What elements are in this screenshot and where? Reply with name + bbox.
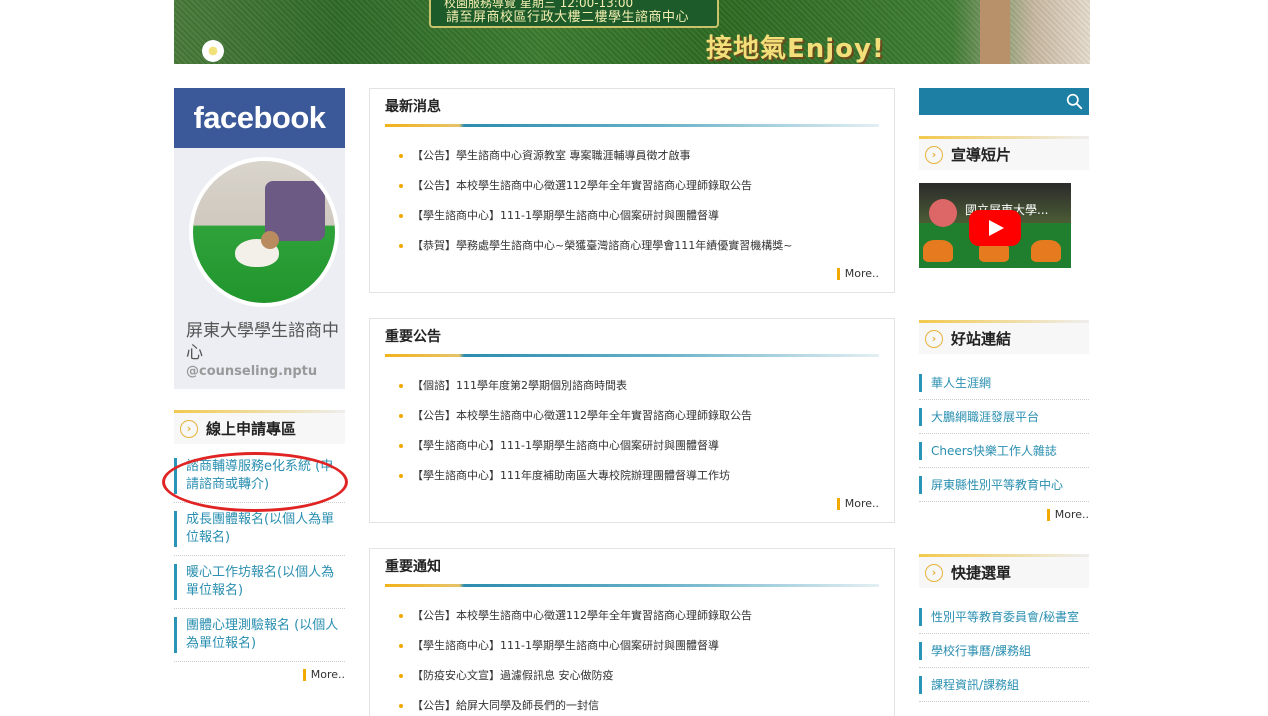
quick-menu-title: 快捷選單 [951,564,1012,582]
important-announcements-more-label: More.. [844,497,879,510]
more-bar [836,497,840,510]
news-item[interactable]: 【學生諮商中心】111-1學期學生諮商中心個案研討與團體督導 [370,631,894,661]
news-item[interactable]: 【學生諮商中心】111-1學期學生諮商中心個案研討與團體督導 [370,431,894,461]
facebook-profile-photo[interactable] [189,157,339,307]
latest-news-underline [385,124,879,127]
news-item[interactable]: 【學生諮商中心】111-1學期學生諮商中心個案研討與團體督導 [370,201,894,231]
more-bar [302,668,306,681]
online-apply-more-label: More.. [310,668,345,681]
channel-avatar [929,199,957,227]
important-announcements-box: 重要公告 【個諮】111學年度第2學期個別諮商時間表 【公告】本校學生諮商中心徵… [369,318,895,523]
facebook-logo[interactable]: facebook [174,88,345,148]
facebook-handle[interactable]: @counseling.nptu [186,364,317,379]
link-item[interactable]: 華人生涯網 [919,374,1089,400]
news-item[interactable]: 【個諮】111學年度第2學期個別諮商時間表 [370,371,894,401]
more-bar [836,267,840,280]
important-notices-title: 重要通知 [385,559,441,575]
links-more-label: More.. [1054,508,1089,521]
latest-news-more-link[interactable]: More.. [836,267,879,280]
online-apply-item-workshop[interactable]: 暖心工作坊報名(以個人為單位報名) [174,564,345,609]
links-more-link[interactable]: More.. [919,508,1089,521]
latest-news-list: 【公告】學生諮商中心資源教室 專案職涯輔導員徵才啟事 【公告】本校學生諮商中心徵… [370,141,894,261]
link-item[interactable]: Cheers快樂工作人雜誌 [919,442,1089,468]
more-bar [1046,508,1050,521]
news-item[interactable]: 【防疫安心文宣】過濾假訊息 安心做防疫 [370,661,894,691]
facebook-page-name[interactable]: 屏東大學學生諮商中心 [186,320,341,364]
chevron-right-circle-icon: › [925,145,943,164]
quick-menu-item[interactable]: 性別平等教育委員會/秘書室 [919,608,1089,634]
link-item[interactable]: 大鵬網職涯發展平台 [919,408,1089,434]
latest-news-box: 最新消息 【公告】學生諮商中心資源教室 專案職涯輔導員徵才啟事 【公告】本校學生… [369,88,895,293]
top-banner: 校園服務導覽 星期三 12:00-13:00 請至屏商校區行政大樓二樓學生諮商中… [174,0,1090,64]
links-list: 華人生涯網 大鵬網職涯發展平台 Cheers快樂工作人雜誌 屏東縣性別平等教育中… [919,374,1089,521]
news-item[interactable]: 【公告】給屏大同學及師長們的一封信 [370,691,894,716]
important-announcements-list: 【個諮】111學年度第2學期個別諮商時間表 【公告】本校學生諮商中心徵選112學… [370,371,894,491]
latest-news-title: 最新消息 [385,99,441,115]
link-item[interactable]: 屏東縣性別平等教育中心 [919,476,1089,502]
promo-video-header: › 宣導短片 [919,136,1089,170]
online-apply-title: 線上申請專區 [206,420,297,438]
online-apply-item-group-test[interactable]: 團體心理測驗報名 (以個人為單位報名) [174,617,345,662]
red-annotation-ellipse [162,452,348,512]
news-item[interactable]: 【恭賀】學務處學生諮商中心~榮獲臺灣諮商心理學會111年績優實習機構獎~ [370,231,894,261]
banner-text-line2: 請至屏商校區行政大樓二樓學生諮商中心 [446,10,690,25]
quick-menu-list: 性別平等教育委員會/秘書室 學校行事曆/課務組 課程資訊/課務組 [919,608,1089,702]
video-figure [923,240,953,262]
links-header: › 好站連結 [919,320,1089,354]
news-item[interactable]: 【公告】學生諮商中心資源教室 專案職涯輔導員徵才啟事 [370,141,894,171]
quick-menu-item[interactable]: 課程資訊/課務組 [919,676,1089,702]
latest-news-more-label: More.. [844,267,879,280]
quick-menu-item[interactable]: 學校行事曆/課務組 [919,642,1089,668]
photo-bunny-head [261,231,279,249]
page: 校園服務導覽 星期三 12:00-13:00 請至屏商校區行政大樓二樓學生諮商中… [0,0,1268,716]
online-apply-item-growth-group[interactable]: 成長團體報名(以個人為單位報名) [174,511,345,556]
promo-video-title: 宣導短片 [951,146,1012,164]
important-notices-underline [385,584,879,587]
news-item[interactable]: 【公告】本校學生諮商中心徵選112學年全年實習諮商心理師錄取公告 [370,401,894,431]
video-figure [1031,240,1061,262]
important-notices-list: 【公告】本校學生諮商中心徵選112學年全年實習諮商心理師錄取公告 【學生諮商中心… [370,601,894,716]
search-bar[interactable] [919,88,1089,115]
banner-door [980,0,1010,64]
chevron-right-circle-icon: › [180,419,198,438]
youtube-play-icon[interactable] [969,210,1021,246]
news-item[interactable]: 【公告】本校學生諮商中心徵選112學年全年實習諮商心理師錄取公告 [370,171,894,201]
chevron-right-circle-icon: › [925,563,943,582]
news-item[interactable]: 【公告】本校學生諮商中心徵選112學年全年實習諮商心理師錄取公告 [370,601,894,631]
important-announcements-title: 重要公告 [385,329,441,345]
online-apply-more-link[interactable]: More.. [174,668,345,681]
chevron-right-circle-icon: › [925,329,943,348]
important-announcements-more-link[interactable]: More.. [836,497,879,510]
banner-slogan: 接地氣Enjoy! [706,34,885,64]
online-apply-header: › 線上申請專區 [174,410,345,444]
quick-menu-header: › 快捷選單 [919,554,1089,588]
important-notices-box: 重要通知 【公告】本校學生諮商中心徵選112學年全年實習諮商心理師錄取公告 【學… [369,548,895,716]
important-announcements-underline [385,354,879,357]
banner-flower [202,40,224,62]
search-icon[interactable] [1066,93,1083,110]
facebook-widget[interactable]: facebook 屏東大學學生諮商中心 @counseling.nptu [174,88,345,389]
youtube-video-thumbnail[interactable]: 國立屏東大學... [919,183,1071,268]
links-title: 好站連結 [951,330,1012,348]
news-item[interactable]: 【學生諮商中心】111年度補助南區大專校院辦理團體督導工作坊 [370,461,894,491]
